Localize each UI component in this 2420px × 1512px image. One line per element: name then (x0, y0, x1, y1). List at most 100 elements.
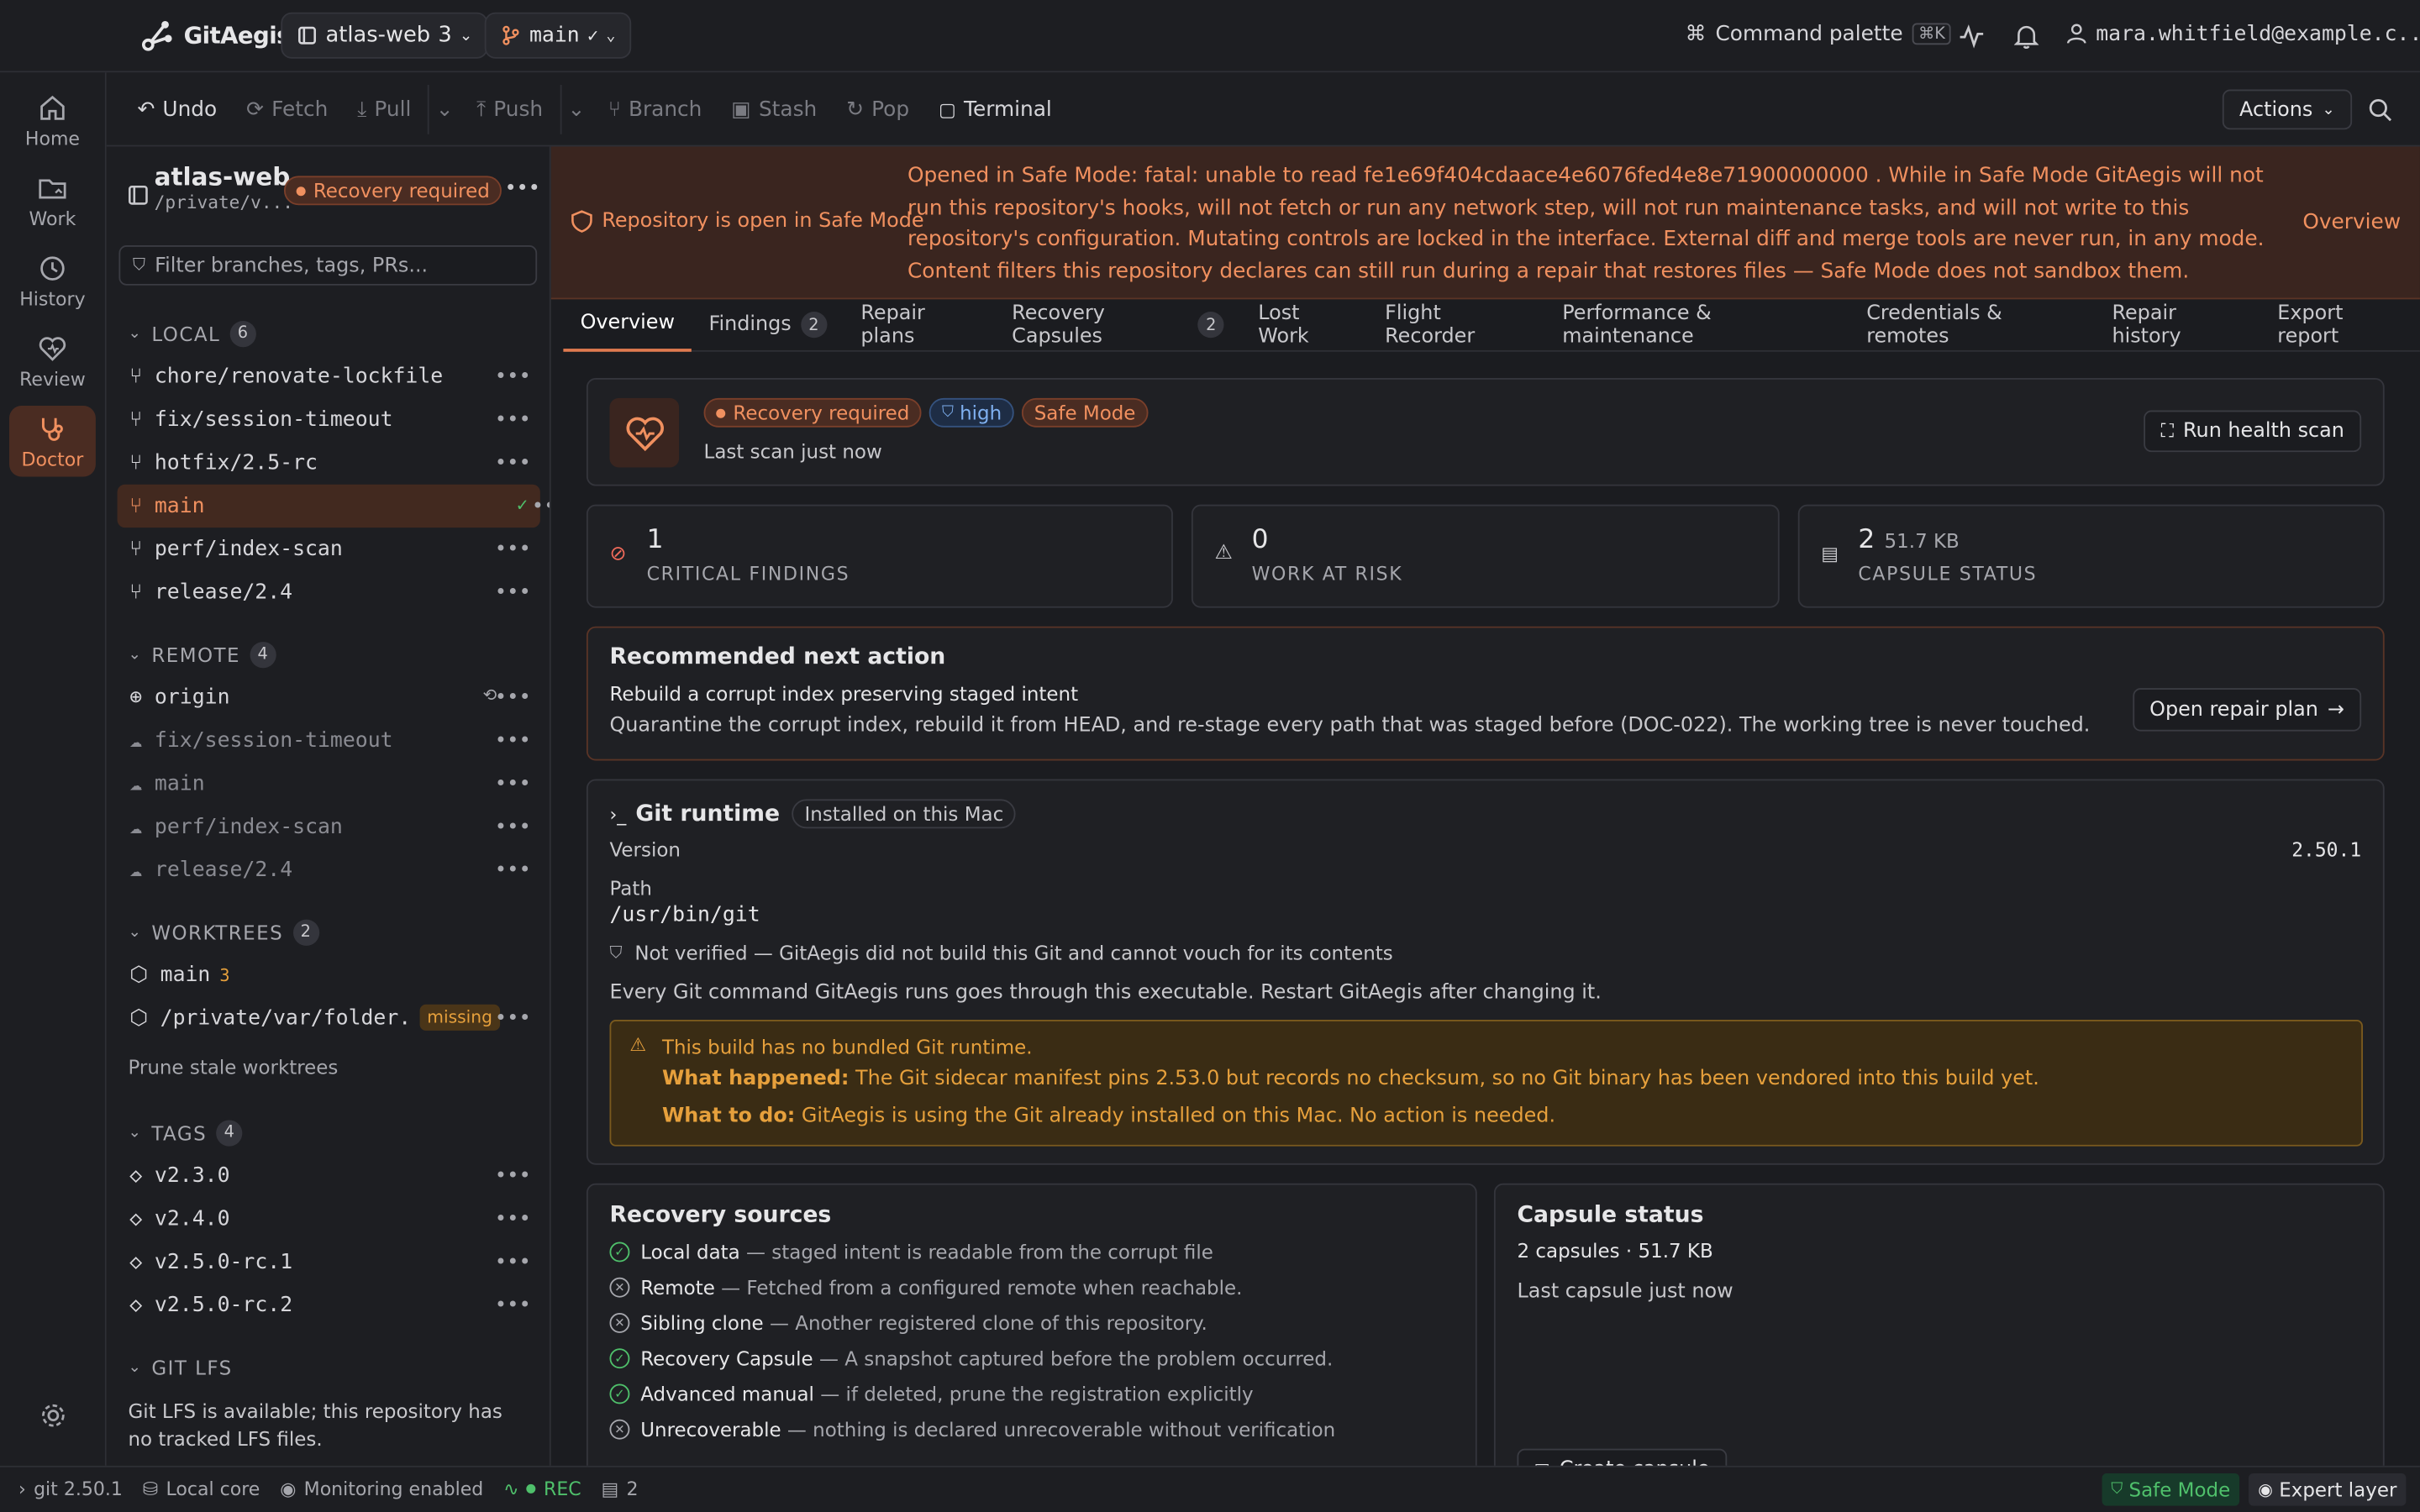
local-core-status[interactable]: ⛁ Local core (143, 1478, 260, 1500)
more-icon[interactable]: ••• (495, 859, 531, 883)
bell-icon[interactable] (2013, 24, 2039, 50)
worktrees-section-header[interactable]: ⌄ WORKTREES 2 (107, 911, 550, 953)
command-palette-button[interactable]: ⌘ Command palette ⌘K (1686, 22, 1952, 46)
more-icon[interactable]: ••• (495, 1294, 531, 1318)
tab-1[interactable]: Findings 2 (692, 298, 844, 350)
remote-branch-item[interactable]: ☁ fix/session-timeout ••• (118, 719, 540, 762)
fetch-button[interactable]: ⟳ Fetch (234, 85, 340, 134)
more-icon[interactable]: ••• (532, 496, 550, 519)
tags-section-header[interactable]: ⌄ TAGS 4 (107, 1110, 550, 1153)
local-section-header[interactable]: ⌄ LOCAL 6 (107, 312, 550, 354)
stash-button[interactable]: ▣ Stash (719, 85, 829, 134)
filter-input[interactable]: ⛉ Filter branches, tags, PRs... (118, 245, 538, 286)
remote-branch-item[interactable]: ☁ perf/index-scan ••• (118, 806, 540, 848)
worktree-item[interactable]: ⬡ /private/var/folder... missing••• (118, 997, 540, 1040)
push-button[interactable]: ⤒ Push (464, 85, 555, 134)
more-icon[interactable]: ••• (495, 1165, 531, 1189)
more-icon[interactable]: ••• (495, 730, 531, 753)
repo-switcher[interactable]: atlas-web 3 ⌄ (281, 12, 488, 59)
recovery-source-item: ✕ Sibling clone — Another registered clon… (609, 1305, 1335, 1341)
expert-layer-toggle[interactable]: ◉ Expert layer (2249, 1473, 2407, 1506)
user-menu[interactable]: mara.whitfield@example.c... (2066, 22, 2420, 46)
recording-status[interactable]: ∿ REC (503, 1478, 581, 1500)
chevron-down-icon: ⌄ (2322, 101, 2335, 118)
search-icon[interactable] (2367, 97, 2392, 122)
more-icon[interactable]: ••• (495, 1208, 531, 1231)
run-health-scan-button[interactable]: ⛶ Run health scan (2144, 410, 2362, 453)
tag-item[interactable]: ◇ v2.3.0 ••• (118, 1154, 540, 1197)
rail-item-history[interactable]: History (9, 245, 96, 316)
more-icon[interactable]: ••• (495, 816, 531, 840)
lfs-section-title: GIT LFS (151, 1355, 233, 1379)
remote-section-header[interactable]: ⌄ REMOTE 4 (107, 633, 550, 675)
pull-options-chevron-icon[interactable]: ⌄ (428, 85, 460, 134)
more-icon[interactable]: ••• (495, 409, 531, 433)
recommended-action-card: Recommended next action Rebuild a corrup… (586, 626, 2385, 761)
rail-item-review[interactable]: Review (9, 326, 96, 396)
safe-mode-badge: Safe Mode (1022, 397, 1149, 428)
more-icon[interactable]: ••• (495, 773, 531, 796)
git-version-status[interactable]: › git 2.50.1 (18, 1478, 123, 1500)
tab-0[interactable]: Overview (563, 298, 692, 351)
open-repair-plan-button[interactable]: Open repair plan → (2132, 688, 2362, 732)
tag-item[interactable]: ◇ v2.4.0 ••• (118, 1197, 540, 1240)
branch-switcher[interactable]: main ✓ ⌄ (484, 12, 631, 59)
capsule-count-status[interactable]: ▤ 2 (602, 1478, 639, 1500)
tab-4[interactable]: Lost Work (1241, 298, 1368, 350)
tab-8[interactable]: Repair history (2095, 298, 2260, 350)
remote-branch-item[interactable]: ☁ release/2.4 ••• (118, 848, 540, 891)
settings-gear-icon[interactable] (39, 1401, 68, 1431)
undo-button[interactable]: ↶ Undo (125, 85, 229, 134)
more-icon[interactable]: ••• (495, 1252, 531, 1275)
remote-origin-item[interactable]: ⊕ origin ⟲ ••• (118, 675, 540, 718)
tab-9[interactable]: Export report (2260, 298, 2420, 350)
local-branch-item[interactable]: ⑂ hotfix/2.5-rc ••• (118, 441, 540, 484)
version-label: Version (609, 837, 681, 861)
worktrees-section-count: 2 (292, 918, 319, 945)
pop-button[interactable]: ↻ Pop (834, 85, 921, 134)
monitoring-status[interactable]: ◉ Monitoring enabled (280, 1478, 483, 1500)
more-icon[interactable]: ••• (495, 452, 531, 475)
what-to-do-label: What to do: (661, 1105, 796, 1128)
stat-label: WORK AT RISK (1251, 563, 1403, 585)
terminal-button[interactable]: ▢ Terminal (926, 85, 1064, 134)
rail-item-doctor[interactable]: Doctor (9, 406, 96, 477)
remote-branch-item[interactable]: ☁ main ••• (118, 762, 540, 805)
rail-item-work[interactable]: Work (9, 165, 96, 236)
repo-more-icon[interactable]: ••• (505, 177, 540, 201)
capsule-status-stat[interactable]: ▤ 2 51.7 KB CAPSULE STATUS (1797, 504, 2385, 608)
local-branch-item[interactable]: ⑂ chore/renovate-lockfile ••• (118, 354, 540, 397)
tag-item[interactable]: ◇ v2.5.0-rc.2 ••• (118, 1284, 540, 1326)
safe-mode-status[interactable]: ⛉ Safe Mode (2102, 1473, 2240, 1506)
worktree-item[interactable]: ⬡ main 3 (118, 953, 540, 996)
local-branch-item[interactable]: ⑂ release/2.4 ••• (118, 571, 540, 614)
push-options-chevron-icon[interactable]: ⌄ (560, 85, 591, 134)
tab-5[interactable]: Flight Recorder (1368, 298, 1545, 350)
rail-item-home[interactable]: Home (9, 85, 96, 155)
safe-mode-overview-link[interactable]: Overview (2302, 210, 2401, 234)
create-capsule-button[interactable]: ▤ Create capsule (1517, 1448, 1727, 1466)
local-branch-item-current[interactable]: ⑂ main ✓••• (117, 484, 550, 528)
tab-7[interactable]: Credentials & remotes (1849, 298, 2095, 350)
more-icon[interactable]: ••• (495, 538, 531, 562)
prune-worktrees-link[interactable]: Prune stale worktrees (107, 1040, 550, 1095)
actions-button[interactable]: Actions ⌄ (2222, 89, 2352, 130)
activity-icon[interactable] (1959, 24, 1985, 50)
tab-6[interactable]: Performance & maintenance (1545, 298, 1849, 350)
more-icon[interactable]: ••• (495, 365, 531, 389)
chevron-down-icon: ⌄ (128, 324, 143, 342)
work-at-risk-stat[interactable]: ⚠ 0 WORK AT RISK (1191, 504, 1780, 608)
local-branch-item[interactable]: ⑂ perf/index-scan ••• (118, 528, 540, 570)
more-icon[interactable]: ••• (495, 686, 531, 710)
more-icon[interactable]: ••• (495, 1007, 531, 1031)
pull-button[interactable]: ⤓ Pull (345, 85, 424, 134)
critical-findings-stat[interactable]: ⊘ 1 CRITICAL FINDINGS (586, 504, 1173, 608)
lfs-section-header[interactable]: ⌄ GIT LFS (107, 1346, 550, 1389)
more-icon[interactable]: ••• (495, 581, 531, 605)
brand[interactable]: GitAegis (140, 18, 291, 52)
tab-3[interactable]: Recovery Capsules 2 (995, 298, 1241, 350)
tab-2[interactable]: Repair plans (844, 298, 995, 350)
local-branch-item[interactable]: ⑂ fix/session-timeout ••• (118, 398, 540, 441)
tag-item[interactable]: ◇ v2.5.0-rc.1 ••• (118, 1241, 540, 1284)
branch-button[interactable]: ⑂ Branch (596, 85, 714, 134)
